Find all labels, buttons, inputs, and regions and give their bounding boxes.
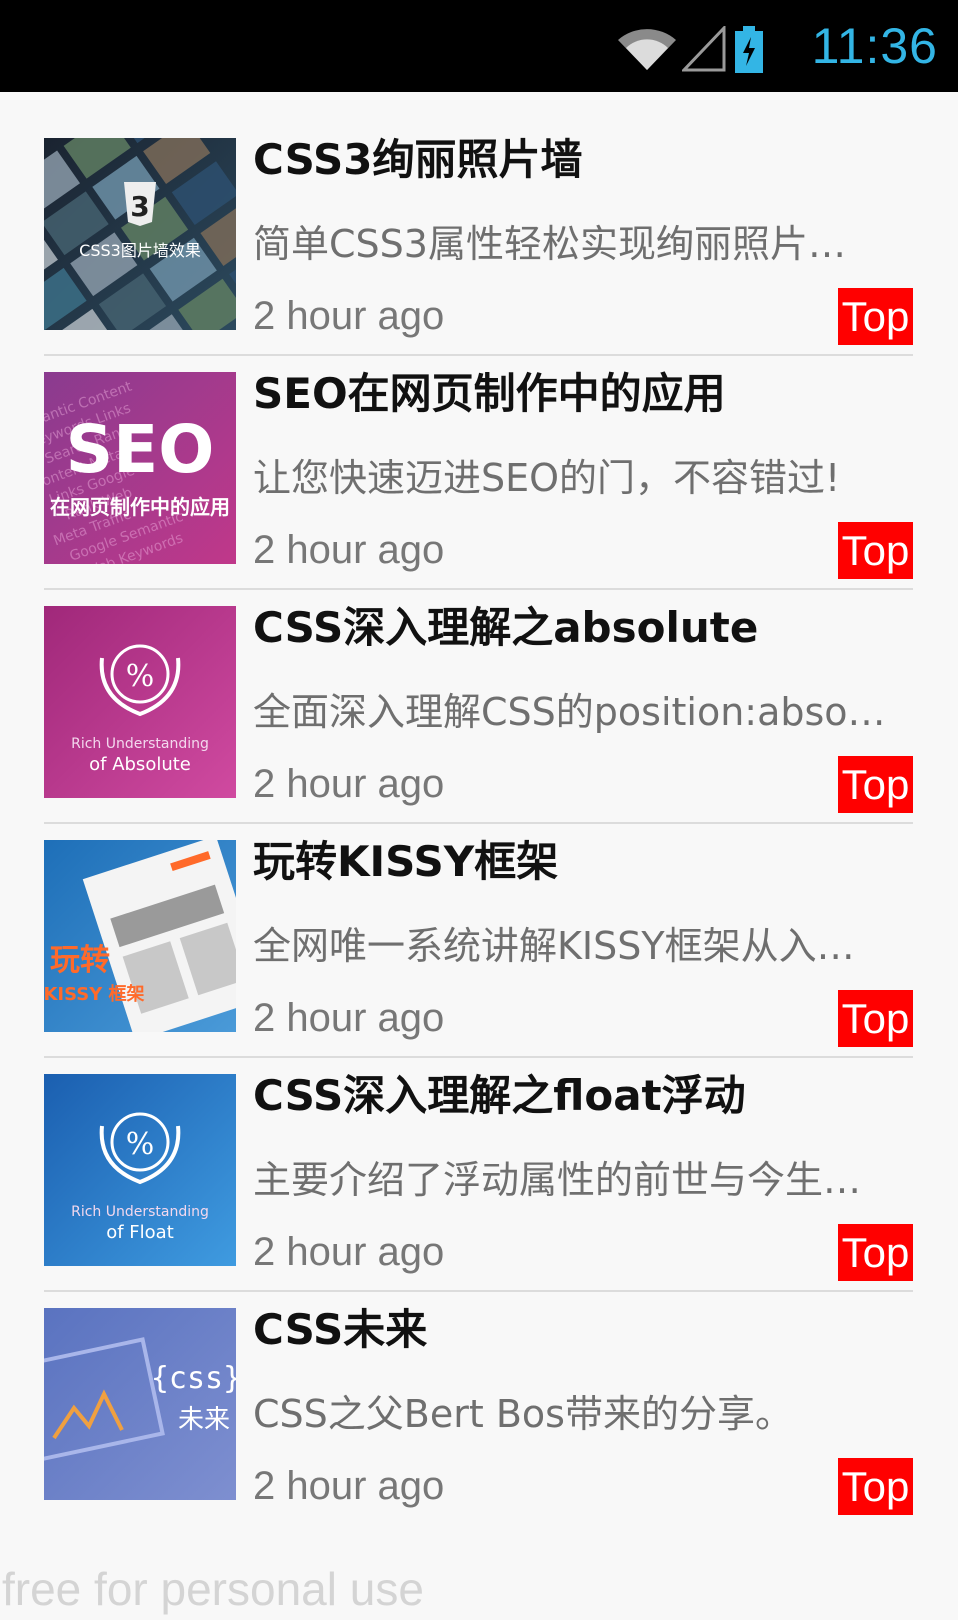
svg-text:未来: 未来 [178,1405,230,1435]
course-thumbnail[interactable]: % Rich Understanding of Absolute [44,606,236,798]
list-item[interactable]: 玩转 KISSY 框架 玩转KISSY框架 全网唯一系统讲解KISSY框架从入… 2 h… [44,788,913,1058]
thumbnail-image: % Rich Understanding of Absolute [44,606,236,798]
course-thumbnail[interactable]: 玩转 KISSY 框架 [44,840,236,1032]
list-item[interactable]: Semantic Content Keywords Links Search Ran… [44,320,913,590]
course-title: 玩转KISSY框架 [253,837,559,886]
course-description: 主要介绍了浮动属性的前世与今生… [253,1158,862,1202]
course-description: 全网唯一系统讲解KISSY框架从入… [253,924,855,968]
thumbnail-image: Semantic ContentKeywords LinksSearch Ran… [44,372,236,564]
course-description: 全面深入理解CSS的position:abso… [253,690,886,734]
svg-text:%: % [126,659,155,694]
course-title: SEO在网页制作中的应用 [253,369,726,418]
course-thumbnail[interactable]: 3 CSS3图片墙效果 [44,138,236,330]
thumbnail-image: 3 CSS3图片墙效果 [44,138,236,330]
svg-text:在网页制作中的应用: 在网页制作中的应用 [50,495,230,519]
thumbnail-image: % Rich Understanding of Float [44,1074,236,1266]
svg-text:3: 3 [130,190,149,223]
clock: 11:36 [811,18,938,74]
svg-text:Rich Understanding: Rich Understanding [71,1204,209,1220]
list-item[interactable]: % Rich Understanding of Absolute CSS深入理解之ab… [44,554,913,824]
thumbnail-image: 玩转 KISSY 框架 [44,840,236,1032]
course-title: CSS3绚丽照片墙 [253,135,583,184]
battery-charging-icon [734,26,764,78]
list-item[interactable]: {css} 未来 CSS未来 CSS之父Bert Bos带来的分享。 2 hour ag… [44,1256,913,1515]
svg-text:of Float: of Float [106,1222,174,1243]
list-item[interactable]: % Rich Understanding of Float CSS深入理解之float… [44,1022,913,1292]
status-bar: 11:36 [0,0,958,92]
top-badge[interactable]: Top [838,1458,913,1515]
timestamp: 2 hour ago [253,1464,445,1508]
course-title: CSS深入理解之float浮动 [253,1071,746,1120]
course-thumbnail[interactable]: Semantic Content Keywords Links Search Ran… [44,372,236,564]
course-description: CSS之父Bert Bos带来的分享。 [253,1392,793,1436]
svg-text:SEO: SEO [66,411,215,488]
course-description: 简单CSS3属性轻松实现绚丽照片… [253,222,846,266]
course-description: 让您快速迈进SEO的门，不容错过! [253,456,841,500]
course-title: CSS未来 [253,1305,428,1354]
svg-text:KISSY 框架: KISSY 框架 [44,983,145,1005]
wifi-icon [616,26,678,76]
course-thumbnail[interactable]: {css} 未来 [44,1308,236,1500]
list-item[interactable]: 3 CSS3图片墙效果 CSS3绚丽照片墙 简单CSS3属性轻松实现绚丽照片… 2 ho… [44,92,913,356]
svg-text:%: % [126,1127,155,1162]
svg-text:of Absolute: of Absolute [89,754,191,775]
course-list[interactable]: 3 CSS3图片墙效果 CSS3绚丽照片墙简单CSS3属性轻松实现绚丽照片… 2 ho… [0,92,958,1572]
watermark: free for personal use [2,1563,424,1615]
svg-text:CSS3图片墙效果: CSS3图片墙效果 [79,241,201,260]
thumbnail-image: {css} 未来 [44,1308,236,1500]
signal-icon [680,24,726,76]
svg-text:玩转: 玩转 [50,943,110,978]
svg-text:{css}: {css} [151,1361,236,1396]
course-title: CSS深入理解之absolute [253,603,759,652]
course-thumbnail[interactable]: % Rich Understanding of Float [44,1074,236,1266]
svg-text:Rich Understanding: Rich Understanding [71,736,209,752]
